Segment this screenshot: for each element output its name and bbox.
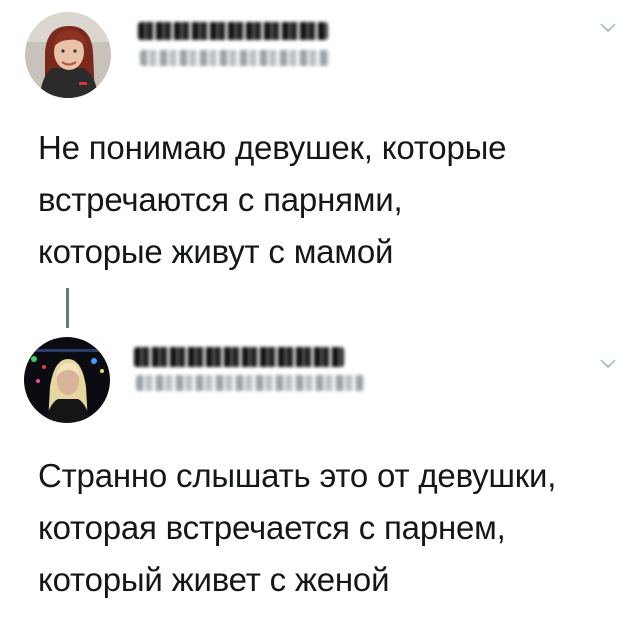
tweet-text: Не понимаю девушек, которые встречаются … bbox=[38, 122, 506, 278]
tweet-text-line: Странно слышать это от девушки, bbox=[38, 457, 557, 494]
display-name-pixelated[interactable] bbox=[134, 347, 344, 367]
thread-connector-line bbox=[66, 288, 69, 328]
chevron-down-icon[interactable] bbox=[600, 358, 616, 370]
tweet-text-line: который живет с женой bbox=[38, 561, 390, 598]
username-pixelated[interactable] bbox=[136, 375, 364, 391]
tweet-text-line: которые живут с мамой bbox=[38, 233, 394, 270]
tweet-text-line: которая встречается с парнем, bbox=[38, 509, 506, 546]
tweet-text-line: Не понимаю девушек, которые bbox=[38, 129, 507, 166]
username-pixelated[interactable] bbox=[140, 50, 330, 66]
user-avatar[interactable] bbox=[25, 12, 111, 98]
woman-red-hair-avatar-icon bbox=[25, 12, 111, 98]
user-avatar[interactable] bbox=[24, 337, 110, 423]
woman-blonde-concert-avatar-icon bbox=[24, 337, 110, 423]
tweet-reply[interactable]: Странно слышать это от девушки, которая … bbox=[0, 325, 640, 642]
display-name-pixelated[interactable] bbox=[138, 22, 328, 40]
tweet-text: Странно слышать это от девушки, которая … bbox=[38, 450, 556, 606]
tweet-original[interactable]: Не понимаю девушек, которые встречаются … bbox=[0, 0, 640, 290]
chevron-down-icon[interactable] bbox=[600, 22, 616, 34]
tweet-text-line: встречаются с парнями, bbox=[38, 181, 403, 218]
